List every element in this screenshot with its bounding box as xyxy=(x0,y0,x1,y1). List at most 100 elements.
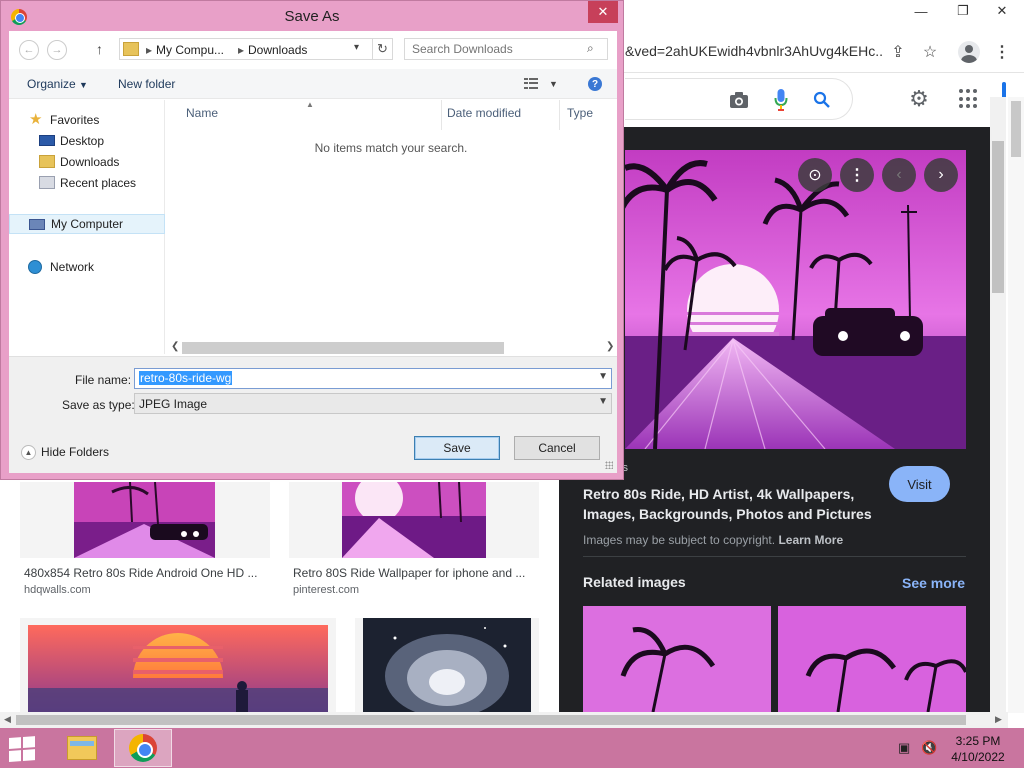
preview-image[interactable] xyxy=(625,150,966,449)
breadcrumb[interactable]: ▸ My Compu... ▸ Downloads ▾ xyxy=(119,38,373,60)
chevron-down-icon[interactable]: ▼ xyxy=(598,371,608,382)
settings-gear-icon[interactable]: ⚙ xyxy=(906,86,932,112)
previous-image-icon[interactable]: ‹ xyxy=(882,158,916,192)
learn-more-link[interactable]: Learn More xyxy=(778,533,843,547)
search-downloads-input[interactable] xyxy=(404,38,608,60)
file-list[interactable]: ▲ Name Date modified Type No items match… xyxy=(166,100,617,354)
chrome-menu-icon[interactable]: ⋮ xyxy=(990,40,1014,64)
bookmark-star-icon[interactable]: ☆ xyxy=(918,40,942,64)
camera-icon[interactable] xyxy=(729,91,749,109)
refresh-icon[interactable]: ↻ xyxy=(373,38,393,60)
hide-folders-toggle[interactable]: ▲ Hide Folders xyxy=(21,445,109,461)
google-search-box[interactable] xyxy=(625,78,853,120)
result-thumbnail[interactable] xyxy=(20,618,336,712)
nav-label: Desktop xyxy=(60,134,105,148)
related-image-thumbnail[interactable] xyxy=(583,606,771,712)
column-header-type[interactable]: Type xyxy=(567,106,593,120)
network-tray-icon[interactable]: ▣ xyxy=(898,740,910,756)
restore-icon[interactable]: ❐ xyxy=(946,0,980,22)
scrollbar-thumb[interactable] xyxy=(992,141,1004,293)
page-horizontal-scrollbar[interactable]: ◀ ▶ xyxy=(0,712,1008,728)
up-arrow-icon[interactable]: ↑ xyxy=(96,41,103,57)
breadcrumb-chevron-icon[interactable]: ▸ xyxy=(238,43,244,57)
column-separator[interactable] xyxy=(559,100,560,130)
system-clock[interactable]: 3:25 PM 4/10/2022 xyxy=(950,733,1006,765)
nav-item-favorites[interactable]: ★ Favorites xyxy=(9,110,165,130)
nav-item-desktop[interactable]: Desktop xyxy=(9,131,165,151)
scrollbar-thumb[interactable] xyxy=(16,715,966,725)
dialog-close-button[interactable]: ✕ xyxy=(588,1,618,23)
empty-folder-message: No items match your search. xyxy=(314,141,468,155)
breadcrumb-chevron-icon[interactable]: ▸ xyxy=(146,43,152,57)
file-name-input[interactable]: retro-80s-ride-wg ▼ xyxy=(134,368,612,389)
back-arrow-icon[interactable]: ← xyxy=(19,40,39,60)
nav-item-recent-places[interactable]: Recent places xyxy=(9,173,165,193)
column-header-date-modified[interactable]: Date modified xyxy=(447,106,521,120)
microphone-icon[interactable] xyxy=(774,88,788,112)
file-name-value[interactable]: retro-80s-ride-wg xyxy=(139,371,233,385)
forward-arrow-icon[interactable]: → xyxy=(47,40,67,60)
profile-avatar-icon[interactable] xyxy=(958,41,980,63)
new-folder-button[interactable]: New folder xyxy=(118,77,175,91)
more-options-icon[interactable]: ⋮ xyxy=(840,158,874,192)
column-separator[interactable] xyxy=(441,100,442,130)
navigation-pane: ★ Favorites Desktop Downloads Recent pla… xyxy=(9,100,165,354)
scroll-right-icon[interactable]: ❯ xyxy=(606,341,614,352)
nav-item-my-computer[interactable]: My Computer xyxy=(9,214,165,234)
view-options-dropdown-icon[interactable]: ▼ xyxy=(549,79,558,89)
outer-vertical-scrollbar[interactable] xyxy=(1008,97,1024,713)
windows-start-icon[interactable] xyxy=(9,736,37,762)
close-window-icon[interactable]: ✕ xyxy=(985,0,1019,22)
minimize-icon[interactable]: — xyxy=(904,0,938,22)
search-icon[interactable] xyxy=(813,91,831,109)
nav-label: My Computer xyxy=(51,217,124,231)
nav-label: Recent places xyxy=(60,176,137,190)
volume-muted-icon[interactable]: 🔇 xyxy=(921,740,937,756)
breadcrumb-dropdown-icon[interactable]: ▾ xyxy=(354,42,359,53)
file-list-horizontal-scrollbar[interactable]: ❮ ❯ xyxy=(166,339,617,356)
organize-menu[interactable]: Organize ▼ xyxy=(27,77,88,91)
resize-grip-icon[interactable] xyxy=(605,461,613,469)
cancel-button[interactable]: Cancel xyxy=(514,436,600,460)
dialog-navigation-bar: ← → ↑ ▸ My Compu... ▸ Downloads ▾ ↻ ⌕ xyxy=(9,31,617,67)
save-button[interactable]: Save xyxy=(414,436,500,460)
see-more-link[interactable]: See more xyxy=(902,575,965,591)
help-icon[interactable]: ? xyxy=(588,77,602,91)
dialog-titlebar[interactable]: Save As ✕ xyxy=(1,1,623,31)
file-explorer-taskbar-icon[interactable] xyxy=(59,729,105,767)
lens-search-icon[interactable]: ⊙ xyxy=(798,158,832,192)
result-title[interactable]: 480x854 Retro 80s Ride Android One HD ..… xyxy=(24,566,257,580)
scroll-left-icon[interactable]: ❮ xyxy=(171,341,179,352)
chevron-down-icon[interactable]: ▼ xyxy=(598,396,608,407)
change-view-icon[interactable] xyxy=(524,78,538,90)
chrome-taskbar-icon[interactable] xyxy=(114,729,172,767)
scrollbar-thumb[interactable] xyxy=(182,342,504,354)
next-image-icon[interactable]: › xyxy=(924,158,958,192)
breadcrumb-item-my-computer[interactable]: My Compu... xyxy=(156,43,224,57)
scroll-right-icon[interactable]: ▶ xyxy=(995,714,1002,725)
scrollbar-thumb[interactable] xyxy=(1011,101,1021,157)
nav-item-downloads[interactable]: Downloads xyxy=(9,152,165,172)
column-header-name[interactable]: Name xyxy=(186,106,218,120)
organize-label: Organize xyxy=(27,77,76,91)
save-as-type-value: JPEG Image xyxy=(139,397,208,411)
result-thumbnail[interactable] xyxy=(289,482,539,558)
save-as-type-label: Save as type: xyxy=(62,398,135,412)
related-image-thumbnail[interactable] xyxy=(778,606,966,712)
panel-image-title[interactable]: Retro 80s Ride, HD Artist, 4k Wallpapers… xyxy=(583,484,883,524)
result-thumbnail[interactable] xyxy=(355,618,539,712)
result-thumbnail[interactable] xyxy=(20,482,270,558)
save-as-type-select[interactable]: JPEG Image ▼ xyxy=(134,393,612,414)
panel-divider xyxy=(583,556,966,557)
google-apps-icon[interactable] xyxy=(959,89,979,109)
address-bar-url[interactable]: &ved=2ahUKEwidh4vbnlr3AhUvg4kEHc... xyxy=(625,43,883,59)
nav-item-network[interactable]: Network xyxy=(9,257,165,277)
search-icon[interactable]: ⌕ xyxy=(587,41,594,56)
scroll-left-icon[interactable]: ◀ xyxy=(4,714,11,725)
page-vertical-scrollbar[interactable] xyxy=(990,97,1006,713)
result-source: hdqwalls.com xyxy=(24,584,91,596)
breadcrumb-item-downloads[interactable]: Downloads xyxy=(248,43,307,57)
result-title[interactable]: Retro 80S Ride Wallpaper for iphone and … xyxy=(293,566,525,580)
share-icon[interactable]: ⇪ xyxy=(886,40,910,64)
visit-button[interactable]: Visit xyxy=(889,466,950,502)
